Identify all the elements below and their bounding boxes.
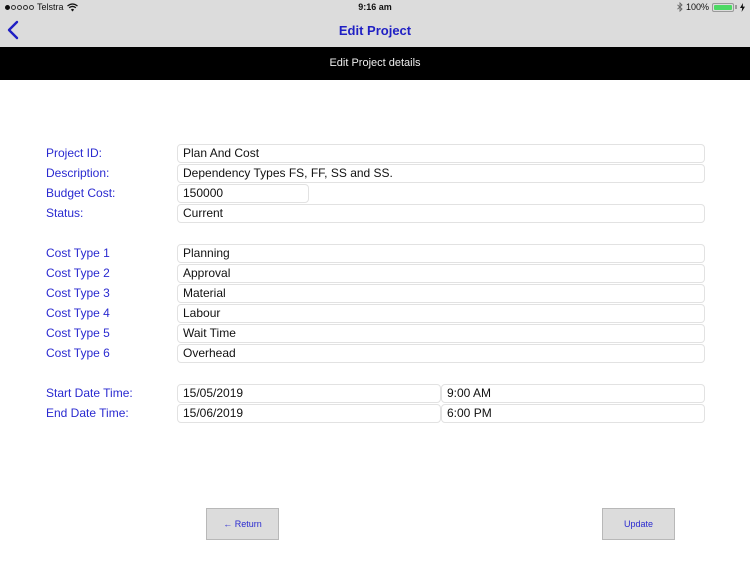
cost-type-1-label: Cost Type 1 [46,246,110,260]
charging-icon [740,2,745,12]
battery-icon [712,2,734,12]
battery-percent: 100% [685,2,709,12]
cost-type-5-field[interactable]: Wait Time [177,324,705,343]
start-time-field[interactable]: 9:00 AM [441,384,705,403]
description-label: Description: [46,166,110,180]
cost-type-3-label: Cost Type 3 [46,286,110,300]
project-id-field[interactable]: Plan And Cost [177,144,705,163]
cost-type-1-field[interactable]: Planning [177,244,705,263]
status-label: Status: [46,206,84,220]
cost-type-2-label: Cost Type 2 [46,266,110,280]
status-field[interactable]: Current [177,204,705,223]
back-button[interactable] [6,20,26,42]
start-date-time-label: Start Date Time: [46,386,133,400]
status-time: 9:16 am [358,2,392,12]
update-button[interactable]: Update [602,508,675,540]
cost-type-3-field[interactable]: Material [177,284,705,303]
budget-cost-field[interactable]: 150000 [177,184,309,203]
status-bar: Telstra 9:16 am 100% [0,0,750,15]
page-title: Edit Project [338,23,412,38]
battery-fill [714,4,732,10]
cost-type-6-label: Cost Type 6 [46,346,110,360]
cost-type-6-field[interactable]: Overhead [177,344,705,363]
end-date-field[interactable]: 15/06/2019 [177,404,441,423]
cost-type-4-field[interactable]: Labour [177,304,705,323]
bluetooth-icon [677,2,683,12]
end-time-field[interactable]: 6:00 PM [441,404,705,423]
cost-type-5-label: Cost Type 5 [46,326,110,340]
description-field[interactable]: Dependency Types FS, FF, SS and SS. [177,164,705,183]
budget-cost-label: Budget Cost: [46,186,116,200]
chevron-left-icon [7,20,19,40]
return-button[interactable]: ← Return [206,508,279,540]
end-date-time-label: End Date Time: [46,406,129,420]
navigation-bar: Edit Project [0,15,750,47]
start-date-field[interactable]: 15/05/2019 [177,384,441,403]
section-header: Edit Project details [0,47,750,80]
cost-type-4-label: Cost Type 4 [46,306,110,320]
cost-type-2-field[interactable]: Approval [177,264,705,283]
status-right: 100% [677,2,745,12]
project-id-label: Project ID: [46,146,103,160]
